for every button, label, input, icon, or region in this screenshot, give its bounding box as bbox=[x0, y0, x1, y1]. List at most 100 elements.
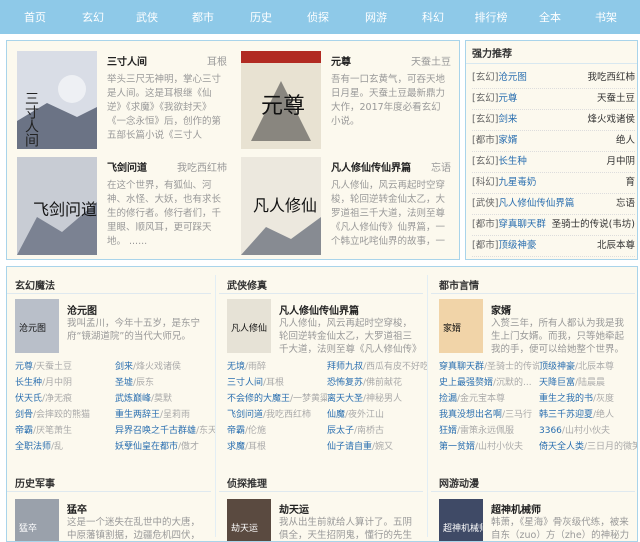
book-description: 在这个世界，有狐仙、河神、水怪、大妖，也有求长生的修行者。修行者们，千里眼、顺风… bbox=[107, 180, 222, 247]
book-title[interactable]: 超神机械师 bbox=[491, 501, 541, 516]
ranking-book-author[interactable]: 绝人 bbox=[616, 130, 635, 152]
featured-book[interactable]: 凡人修仙 凡人修仙传仙界篇 忘语 凡人修仙，风云再起时空穿梭，轮回逆转金仙太乙，… bbox=[235, 151, 455, 256]
featured-book[interactable]: 元尊 元尊 天蚕土豆 吾有一口玄黄气，可吞天地日月星。天蚕土豆最新鼎力大作，20… bbox=[235, 45, 455, 150]
category-heading[interactable]: 网游动漫 bbox=[439, 475, 479, 490]
ranking-category[interactable]: [都市] bbox=[472, 135, 498, 146]
ranking-book-author[interactable]: 我吃西红柿 bbox=[587, 67, 635, 89]
nav-quanben[interactable]: 全本 bbox=[522, 9, 578, 25]
column-divider bbox=[215, 275, 216, 537]
book-description: 这是一个迷失在乱世中的大唐，中原藩镇割据，边疆危机四伏，内忧 bbox=[67, 517, 201, 541]
divider bbox=[219, 491, 423, 492]
book-author[interactable]: 我吃西红柿 bbox=[177, 159, 227, 174]
nav-home[interactable]: 首页 bbox=[4, 9, 66, 25]
book-cover-image[interactable]: 劫天运 bbox=[227, 499, 271, 542]
ranking-book-author[interactable]: 忘语 bbox=[616, 193, 635, 215]
ranking-item[interactable]: [科幻]九星毒奶 育 bbox=[472, 172, 635, 194]
svg-text:飞剑问道: 飞剑问道 bbox=[33, 200, 97, 219]
svg-text:三寸人间: 三寸人间 bbox=[23, 91, 39, 148]
nav-lishi[interactable]: 历史 bbox=[232, 9, 290, 25]
ranking-book-author[interactable]: 北辰本尊 bbox=[597, 235, 635, 257]
nav-kehuan[interactable]: 科幻 bbox=[406, 9, 460, 25]
book-cover-image[interactable]: 超神机械师 bbox=[439, 499, 483, 542]
ranking-book-author[interactable]: 烽火戏诸侯 bbox=[587, 109, 635, 131]
ranking-category[interactable]: [玄幻] bbox=[472, 156, 498, 167]
book-title[interactable]: 三寸人间 bbox=[107, 53, 147, 68]
nav-xuanhuan[interactable]: 玄幻 bbox=[66, 9, 120, 25]
ranking-item[interactable]: [玄幻]剑来 烽火戏诸侯 bbox=[472, 109, 635, 131]
top-nav: 首页 玄幻 武侠 都市 历史 侦探 网游 科幻 排行榜 全本 书架 bbox=[0, 0, 640, 34]
featured-books: 三寸人间 三寸人间 耳根 举头三尺无神明，掌心三寸是人间。这是耳根继《仙逆》《求… bbox=[6, 40, 460, 260]
ranking-item[interactable]: [都市]顶级神豪 北辰本尊 bbox=[472, 235, 635, 257]
book-author[interactable]: 耳根 bbox=[207, 53, 227, 68]
featured-book[interactable]: 飞剑问道 飞剑问道 我吃西红柿 在这个世界，有狐仙、河神、水怪、大妖，也有求长生… bbox=[11, 151, 231, 256]
ranking-category[interactable]: [都市] bbox=[472, 240, 498, 251]
ranking-book-title[interactable]: 家婿 bbox=[498, 135, 517, 146]
category-heading[interactable]: 侦探推理 bbox=[227, 475, 267, 490]
ranking-item[interactable]: [玄幻]沧元图 我吃西红柿 bbox=[472, 67, 635, 89]
book-author[interactable]: 天蚕土豆 bbox=[411, 53, 451, 68]
ranking-book-title[interactable]: 顶级神豪 bbox=[498, 240, 536, 251]
ranking-category[interactable]: [都市] bbox=[472, 219, 498, 230]
ranking-book-author[interactable]: 育 bbox=[625, 172, 635, 194]
book-title[interactable]: 猛卒 bbox=[67, 501, 87, 516]
divider bbox=[7, 491, 211, 492]
book-title[interactable]: 飞剑问道 bbox=[107, 159, 147, 174]
ranking-category[interactable]: [玄幻] bbox=[472, 93, 498, 104]
book-cover-image[interactable]: 凡人修仙 bbox=[241, 157, 321, 255]
ranking-book-title[interactable]: 沧元图 bbox=[498, 72, 527, 83]
ranking-book-title[interactable]: 凡人修仙传仙界篇 bbox=[498, 198, 574, 209]
book-description: 吾有一口玄黄气，可吞天地日月星。天蚕土豆最新鼎力大作，2017年度必看玄幻小说。 bbox=[331, 74, 446, 127]
column-divider bbox=[427, 275, 428, 537]
featured-book[interactable]: 三寸人间 三寸人间 耳根 举头三尺无神明，掌心三寸是人间。这是耳根继《仙逆》《求… bbox=[11, 45, 231, 150]
ranking-category[interactable]: [玄幻] bbox=[472, 72, 498, 83]
nav-wuxia[interactable]: 武侠 bbox=[120, 9, 174, 25]
svg-text:劫天运: 劫天运 bbox=[231, 522, 258, 534]
book-description: 我从出生前就给人算计了。五阴俱全，天生招阴鬼，懂行的先生说我 bbox=[279, 517, 413, 541]
ranking-item[interactable]: [武侠]凡人修仙传仙界篇 忘语 bbox=[472, 193, 635, 215]
category-column: 网游动漫超神机械师超神机械师韩萧，《星海》骨灰级代练，被来自东（zuo）方（zh… bbox=[431, 267, 635, 542]
ranking-item[interactable]: [玄幻]长生种 月中阴 bbox=[472, 151, 635, 173]
ranking-book-title[interactable]: 剑来 bbox=[498, 114, 517, 125]
nav-bookshelf[interactable]: 书架 bbox=[578, 9, 634, 25]
book-cover-image[interactable]: 猛卒 bbox=[15, 499, 59, 542]
book-cover-image[interactable]: 三寸人间 bbox=[17, 51, 97, 149]
recommend-ranking: 强力推荐 [玄幻]沧元图 我吃西红柿 [玄幻]元尊 天蚕土豆 [玄幻]剑来 烽火戏诸侯 [都… bbox=[465, 40, 638, 260]
svg-text:超神机械师: 超神机械师 bbox=[443, 522, 483, 534]
category-column: 历史军事猛卒猛卒这是一个迷失在乱世中的大唐，中原藩镇割据，边疆危机四伏，内忧 bbox=[7, 267, 211, 542]
book-description: 韩萧，《星海》骨灰级代练，被来自东（zuo）方（zhe）的神秘力量扔 bbox=[491, 517, 630, 541]
book-title[interactable]: 元尊 bbox=[331, 53, 351, 68]
divider bbox=[431, 491, 635, 492]
ranking-book-title[interactable]: 元尊 bbox=[498, 93, 517, 104]
divider bbox=[466, 63, 637, 64]
nav-zhentan[interactable]: 侦探 bbox=[290, 9, 346, 25]
category-sections: 玄幻魔法 沧元图 沧元图 我叫孟川，今年十五岁，是东宁府“镜湖道院”的当代大师兄。 元尊… bbox=[6, 266, 638, 542]
svg-text:凡人修仙: 凡人修仙 bbox=[253, 196, 317, 215]
ranking-book-author[interactable]: 圣骑士的传说(韦坊) bbox=[552, 214, 635, 236]
book-author[interactable]: 忘语 bbox=[431, 159, 451, 174]
ranking-item[interactable]: [玄幻]元尊 天蚕土豆 bbox=[472, 88, 635, 110]
book-description: 凡人修仙，风云再起时空穿梭，轮回逆转金仙太乙，大罗道祖三千大道，法则至尊《凡人修… bbox=[331, 180, 446, 247]
ranking-category[interactable]: [武侠] bbox=[472, 198, 498, 209]
svg-text:元尊: 元尊 bbox=[261, 94, 305, 119]
book-cover-image[interactable]: 飞剑问道 bbox=[17, 157, 97, 255]
ranking-book-title[interactable]: 长生种 bbox=[498, 156, 527, 167]
ranking-category[interactable]: [科幻] bbox=[472, 177, 498, 188]
nav-dushi[interactable]: 都市 bbox=[174, 9, 232, 25]
ranking-book-author[interactable]: 月中阴 bbox=[606, 151, 635, 173]
ranking-book-author[interactable]: 天蚕土豆 bbox=[597, 88, 635, 110]
svg-text:猛卒: 猛卒 bbox=[19, 522, 37, 534]
nav-ranking[interactable]: 排行榜 bbox=[460, 9, 522, 25]
book-title[interactable]: 凡人修仙传仙界篇 bbox=[331, 159, 411, 174]
nav-wangyou[interactable]: 网游 bbox=[346, 9, 406, 25]
ranking-title: 强力推荐 bbox=[472, 49, 512, 60]
category-column: 侦探推理劫天运劫天运我从出生前就给人算计了。五阴俱全，天生招阴鬼，懂行的先生说我 bbox=[219, 267, 423, 542]
category-heading[interactable]: 历史军事 bbox=[15, 475, 55, 490]
ranking-category[interactable]: [玄幻] bbox=[472, 114, 498, 125]
ranking-book-title[interactable]: 穿真聊天群 bbox=[498, 219, 546, 230]
ranking-item[interactable]: [都市]穿真聊天群 圣骑士的传说(韦坊) bbox=[472, 214, 635, 236]
book-title[interactable]: 劫天运 bbox=[279, 501, 309, 516]
book-description: 举头三尺无神明，掌心三寸是人间。这是耳根继《仙逆》《求魔》《我欲封天》《一念永恒… bbox=[107, 74, 222, 141]
ranking-book-title[interactable]: 九星毒奶 bbox=[498, 177, 536, 188]
book-cover-image[interactable]: 元尊 bbox=[241, 51, 321, 149]
ranking-item[interactable]: [都市]家婿 绝人 bbox=[472, 130, 635, 152]
